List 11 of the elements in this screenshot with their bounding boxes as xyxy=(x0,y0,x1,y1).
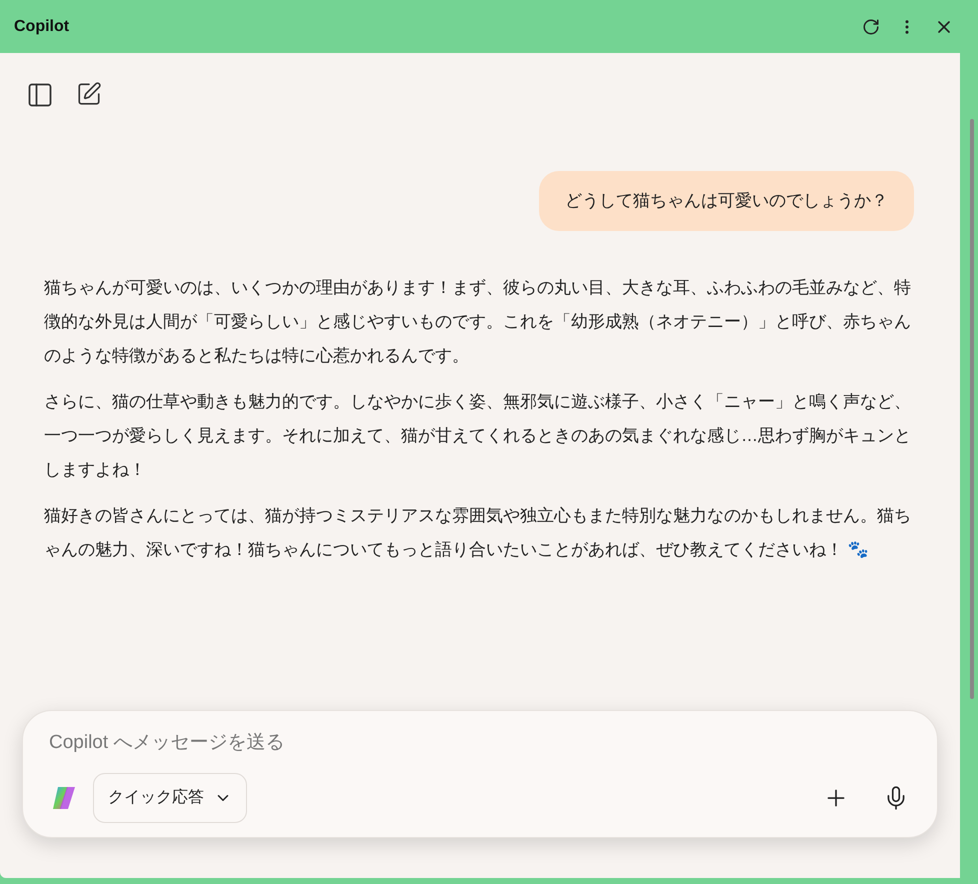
user-message: どうして猫ちゃんは可愛いのでしょうか？ xyxy=(539,171,914,230)
refresh-icon[interactable] xyxy=(862,18,880,36)
new-chat-icon[interactable] xyxy=(76,81,102,107)
message-input[interactable]: Copilot へメッセージを送る xyxy=(49,728,911,757)
scrollbar[interactable] xyxy=(970,119,974,699)
reply-paragraph: 猫ちゃんが可愛いのは、いくつかの理由があります！まず、彼らの丸い目、大きな耳、ふわふわの毛並みなど、特徴的な外見は人間が「可愛らしい」と感じやすいものです。これを「幼形成熟（ネオテニー）」と呼び、赤ちゃんのような特徴があると私たちは特に心惹かれるんです。 xyxy=(44,276,912,366)
mode-dropdown[interactable]: クイック応答 xyxy=(93,773,247,823)
reply-paragraph: さらに、猫の仕草や動きも魅力的です。しなやかに歩く姿、無邪気に遊ぶ様子、小さく「ニャー」と鳴く声など、一つ一つが愛らしく見えます。それに加えて、猫が甘えてくれるときのあの気まぐれな感じ…思わず胸がキュンとしますよね！ xyxy=(44,390,912,480)
window-title: Copilot xyxy=(14,16,70,36)
sidebar-icon[interactable] xyxy=(26,81,54,109)
reply-paragraph: 猫好きの皆さんにとっては、猫が持つミステリアスな雰囲気や独立心もまた特別な魅力なのかもしれません。猫ちゃんの魅力、深いですね！猫ちゃんについてもっと語り合いたいことがあれば、ぜひ教えてくださいね！ 🐾 xyxy=(44,504,912,560)
